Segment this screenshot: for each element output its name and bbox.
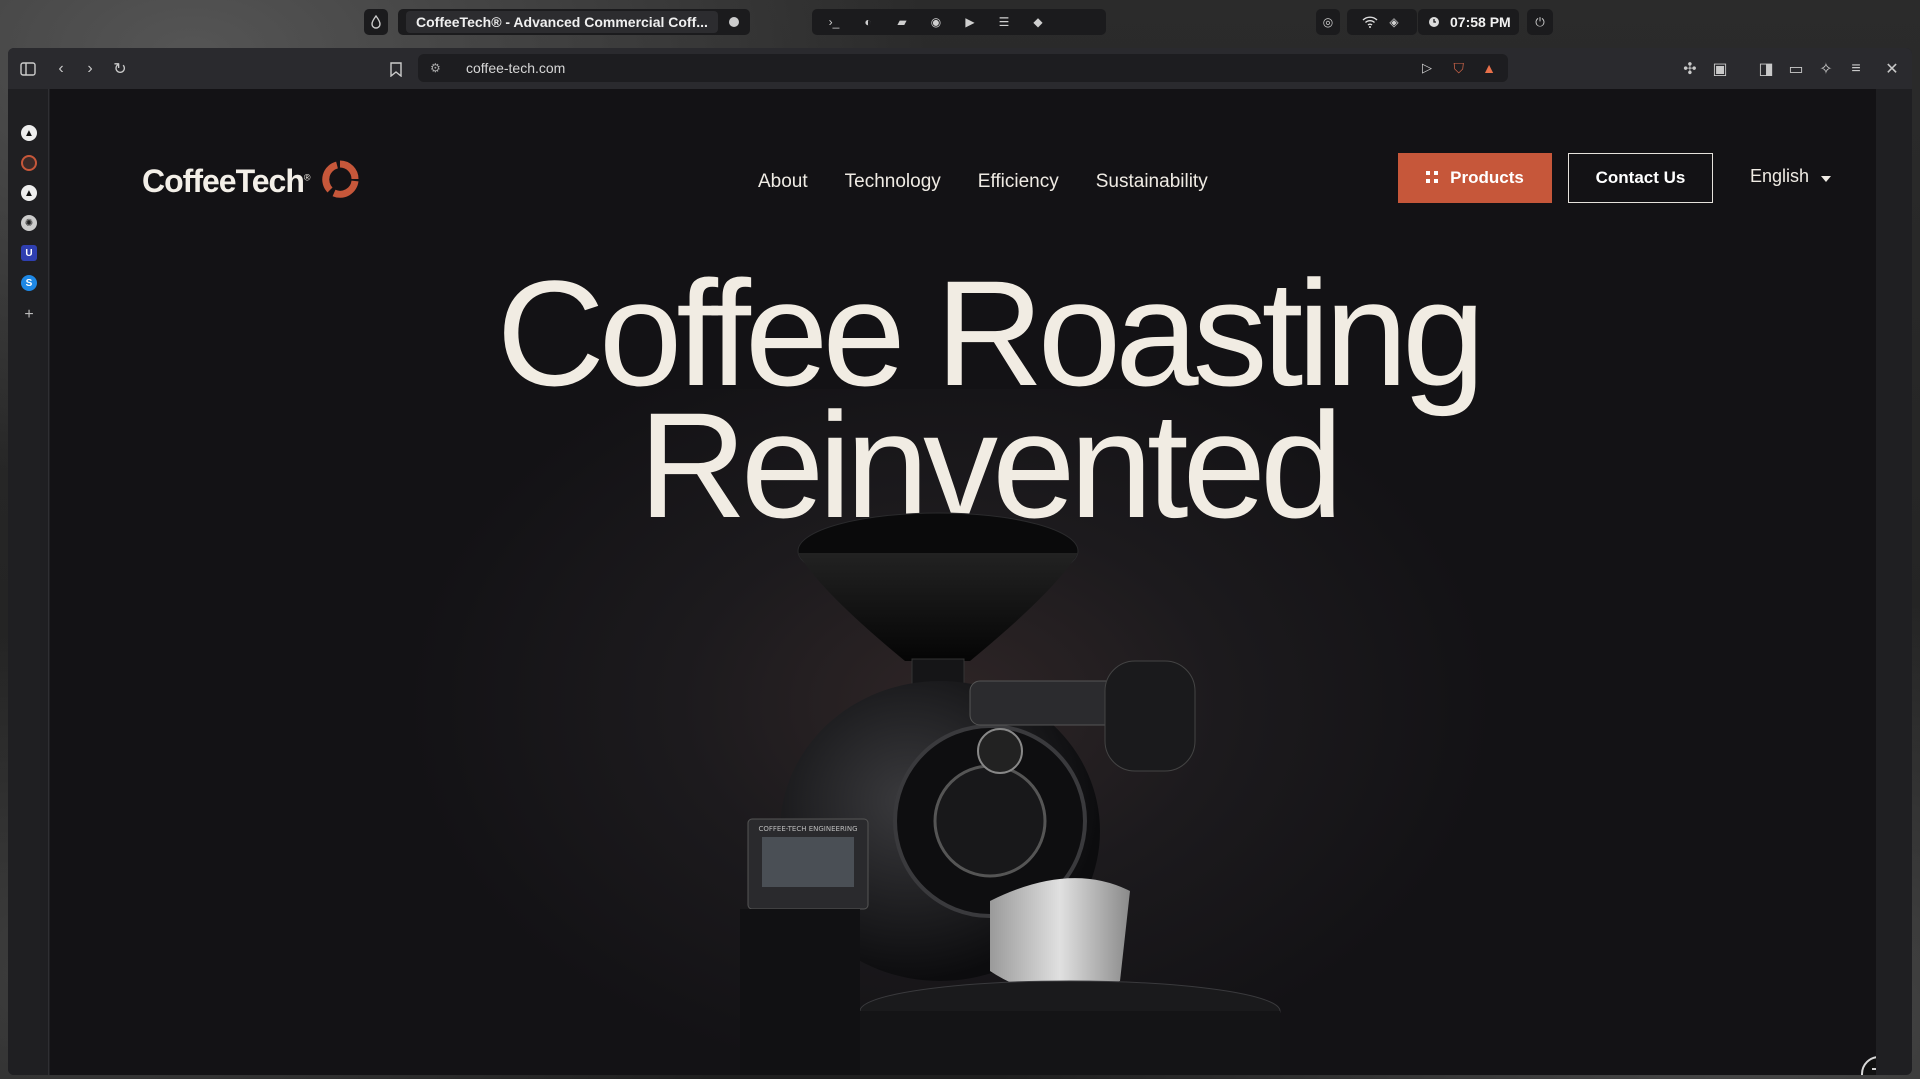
sidebar-app-2-icon[interactable]: ▲ xyxy=(21,185,37,201)
wallet-icon[interactable]: ▭ xyxy=(1785,58,1807,80)
close-icon[interactable]: ✕ xyxy=(1881,58,1903,80)
bookmark-icon[interactable] xyxy=(385,58,407,80)
address-bar[interactable]: ⚙ coffee-tech.com ▷ ⛉ ▲ xyxy=(418,54,1508,82)
moon-icon[interactable]: ◐ xyxy=(860,14,876,30)
browser-toolbar: ‹ › ↻ ⚙ coffee-tech.com ▷ ⛉ ▲ ✣ ▣ ◨ ▭ ✧ … xyxy=(8,48,1912,89)
nav-about[interactable]: About xyxy=(758,171,808,193)
sidebar-app-blue-icon[interactable]: S xyxy=(21,275,37,291)
forward-arrow-icon[interactable]: › xyxy=(79,58,101,80)
folder-icon[interactable]: ▰ xyxy=(894,14,910,30)
discord-tray-icon[interactable]: ◈ xyxy=(1386,14,1402,30)
ai-assistant-icon[interactable]: ✧ xyxy=(1815,58,1837,80)
power-button[interactable]: ⏻ xyxy=(1527,9,1553,35)
browser-sidebar: ▲ ▲ ✺ U S + xyxy=(8,89,49,1075)
browser-window: ‹ › ↻ ⚙ coffee-tech.com ▷ ⛉ ▲ ✣ ▣ ◨ ▭ ✧ … xyxy=(8,48,1912,1075)
sidebar-app-openai-icon[interactable]: ✺ xyxy=(21,215,37,231)
share-icon[interactable]: ▷ xyxy=(1422,60,1432,76)
caret-down-icon xyxy=(1821,166,1832,187)
discord-icon[interactable]: ◆ xyxy=(1030,14,1046,30)
sidebar-toggle-icon[interactable] xyxy=(17,58,39,80)
settings-icon[interactable]: ◉ xyxy=(928,14,944,30)
play-icon[interactable]: ▶ xyxy=(962,14,978,30)
logo-ring-icon xyxy=(320,159,360,204)
clock-icon xyxy=(1426,14,1442,30)
sidebar-app-1-icon[interactable]: ▲ xyxy=(21,125,37,141)
url-text: coffee-tech.com xyxy=(466,60,566,76)
clock-pill[interactable]: 07:58 PM xyxy=(1418,9,1519,35)
language-label: English xyxy=(1750,166,1810,186)
control-panel-label: COFFEE-TECH ENGINEERING xyxy=(758,825,857,833)
wifi-icon[interactable] xyxy=(1362,14,1378,30)
launcher-button[interactable] xyxy=(364,9,388,35)
nav-technology[interactable]: Technology xyxy=(845,171,941,193)
active-window-pill[interactable]: CoffeeTech® - Advanced Commercial Coff..… xyxy=(398,9,750,35)
hero-headline: Coffee Roasting Reinvented xyxy=(50,249,1876,540)
menu-icon[interactable]: ≡ xyxy=(1845,58,1867,80)
server-icon[interactable]: ☰ xyxy=(996,14,1012,30)
system-top-bar: CoffeeTech® - Advanced Commercial Coff..… xyxy=(0,0,1920,44)
main-nav: About Technology Efficiency Sustainabili… xyxy=(758,171,1208,193)
products-label: Products xyxy=(1450,168,1524,187)
site-logo[interactable]: CoffeeTech® xyxy=(142,159,360,204)
site-settings-icon[interactable]: ⚙ xyxy=(430,61,441,75)
coffee-roaster-image: COFFEE-TECH ENGINEERING xyxy=(740,512,1281,1075)
accessibility-button[interactable] xyxy=(1861,1056,1876,1075)
back-arrow-icon[interactable]: ‹ xyxy=(50,58,72,80)
drop-icon xyxy=(368,14,384,30)
record-icon xyxy=(726,14,742,30)
screenshot-icon[interactable]: ▣ xyxy=(1709,58,1731,80)
contact-us-button[interactable]: Contact Us xyxy=(1568,153,1713,203)
sidebar-app-coffeetech-icon[interactable] xyxy=(21,155,37,171)
language-selector[interactable]: English xyxy=(1750,166,1832,187)
brave-rewards-icon[interactable]: ▲ xyxy=(1482,60,1496,76)
nav-efficiency[interactable]: Efficiency xyxy=(978,171,1059,193)
tray-pill: ◈ xyxy=(1347,9,1417,35)
power-icon: ⏻ xyxy=(1535,14,1545,29)
eye-icon: ◎ xyxy=(1322,15,1334,29)
taskbar-apps: ›_ ◐ ▰ ◉ ▶ ☰ ◆ xyxy=(812,9,1106,35)
accessibility-icon xyxy=(1869,1062,1876,1076)
terminal-icon[interactable]: ›_ xyxy=(826,14,842,30)
extensions-icon[interactable]: ✣ xyxy=(1679,58,1701,80)
sidebar-app-ui-icon[interactable]: U xyxy=(21,245,37,261)
clock-time: 07:58 PM xyxy=(1450,14,1511,30)
nav-sustainability[interactable]: Sustainability xyxy=(1096,171,1208,193)
eye-button[interactable]: ◎ xyxy=(1316,9,1340,35)
logo-text: CoffeeTech® xyxy=(142,163,310,199)
products-button[interactable]: Products xyxy=(1398,153,1552,203)
split-view-icon[interactable]: ◨ xyxy=(1755,58,1777,80)
grid-icon xyxy=(1426,168,1439,188)
headline-line-1: Coffee Roasting xyxy=(496,249,1486,417)
brave-shield-icon[interactable]: ⛉ xyxy=(1454,60,1465,77)
sidebar-add-icon[interactable]: + xyxy=(21,306,37,323)
reload-icon[interactable]: ↻ xyxy=(109,58,131,80)
active-window-title: CoffeeTech® - Advanced Commercial Coff..… xyxy=(406,11,718,33)
page-viewport: CoffeeTech® About Technology Efficiency … xyxy=(50,89,1876,1075)
